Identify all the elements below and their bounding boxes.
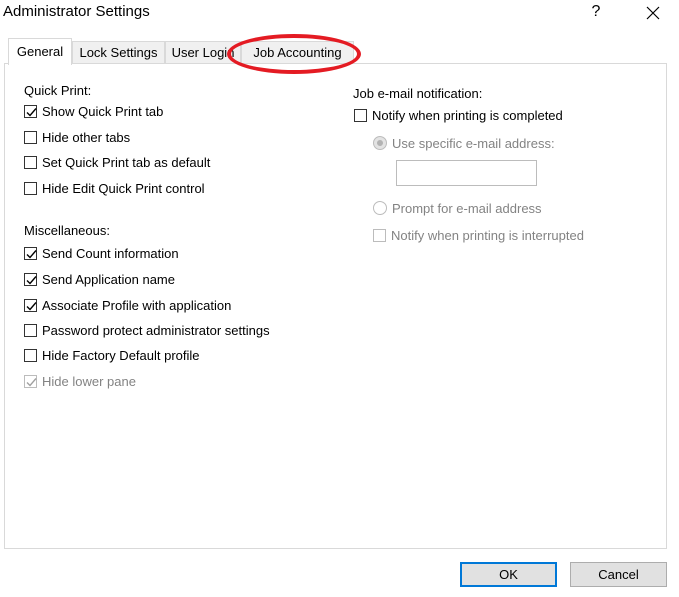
- notify-interrupted-checkbox[interactable]: Notify when printing is interrupted: [373, 226, 584, 244]
- option-label: Prompt for e-mail address: [392, 200, 542, 216]
- checkbox-box: [24, 374, 37, 388]
- hide-other-tabs-checkbox[interactable]: Hide other tabs: [24, 128, 130, 146]
- set-quick-print-default-checkbox[interactable]: Set Quick Print tab as default: [24, 153, 210, 171]
- checkbox-box: [24, 348, 37, 362]
- checkbox-box: [354, 108, 367, 122]
- radio-button: [373, 136, 387, 150]
- option-label: Associate Profile with application: [42, 297, 232, 313]
- checkbox-box: [24, 246, 37, 260]
- option-label: Show Quick Print tab: [42, 103, 164, 119]
- send-application-name-checkbox[interactable]: Send Application name: [24, 270, 175, 288]
- option-label: Notify when printing is interrupted: [391, 227, 584, 243]
- show-quick-print-tab-checkbox[interactable]: Show Quick Print tab: [24, 102, 163, 120]
- option-label: Send Count information: [42, 245, 179, 261]
- checkbox-box: [24, 272, 37, 286]
- check-icon: [26, 275, 37, 285]
- window-title: Administrator Settings: [3, 3, 150, 20]
- checkbox-box: [24, 323, 37, 337]
- password-protect-checkbox[interactable]: Password protect administrator settings: [24, 321, 270, 339]
- tab-user-login[interactable]: User Login: [165, 41, 241, 63]
- ok-button[interactable]: OK: [460, 562, 557, 587]
- option-label: Use specific e-mail address:: [392, 135, 555, 151]
- prompt-email-radio[interactable]: Prompt for e-mail address: [373, 199, 542, 217]
- option-label: Hide Edit Quick Print control: [42, 180, 205, 196]
- hide-factory-default-checkbox[interactable]: Hide Factory Default profile: [24, 346, 200, 364]
- close-icon: [646, 6, 660, 20]
- option-label: Send Application name: [42, 271, 175, 287]
- close-button[interactable]: [640, 1, 666, 23]
- radio-button: [373, 201, 387, 215]
- checkbox-box: [24, 155, 37, 169]
- associate-profile-checkbox[interactable]: Associate Profile with application: [24, 296, 231, 314]
- email-notification-heading: Job e-mail notification:: [353, 86, 483, 101]
- checkbox-box: [24, 130, 37, 144]
- general-panel: Quick Print: Show Quick Print tab Hide o…: [4, 63, 667, 549]
- check-icon: [26, 377, 37, 387]
- option-label: Password protect administrator settings: [42, 322, 270, 338]
- cancel-button[interactable]: Cancel: [570, 562, 667, 587]
- checkbox-box: [24, 298, 37, 312]
- tab-general[interactable]: General: [8, 38, 72, 65]
- check-icon: [26, 107, 37, 117]
- radio-dot: [377, 140, 383, 146]
- quick-print-heading: Quick Print:: [24, 83, 92, 98]
- option-label: Hide other tabs: [42, 129, 131, 145]
- checkbox-box: [24, 104, 37, 118]
- check-icon: [26, 249, 37, 259]
- notify-completed-checkbox[interactable]: Notify when printing is completed: [354, 106, 563, 124]
- option-label: Set Quick Print tab as default: [42, 154, 211, 170]
- checkbox-box: [373, 228, 386, 242]
- tab-job-accounting[interactable]: Job Accounting: [241, 41, 354, 63]
- email-address-input[interactable]: [396, 160, 537, 186]
- help-button[interactable]: ?: [584, 1, 608, 23]
- option-label: Hide Factory Default profile: [42, 347, 200, 363]
- hide-lower-pane-checkbox[interactable]: Hide lower pane: [24, 372, 136, 390]
- check-icon: [26, 301, 37, 311]
- tab-lock-settings[interactable]: Lock Settings: [72, 41, 165, 63]
- send-count-info-checkbox[interactable]: Send Count information: [24, 244, 179, 262]
- hide-edit-quick-print-checkbox[interactable]: Hide Edit Quick Print control: [24, 179, 205, 197]
- miscellaneous-heading: Miscellaneous:: [24, 223, 110, 238]
- checkbox-box: [24, 181, 37, 195]
- option-label: Hide lower pane: [42, 373, 136, 389]
- title-bar: Administrator Settings ?: [0, 0, 679, 28]
- use-specific-email-radio[interactable]: Use specific e-mail address:: [373, 134, 555, 152]
- option-label: Notify when printing is completed: [372, 107, 563, 123]
